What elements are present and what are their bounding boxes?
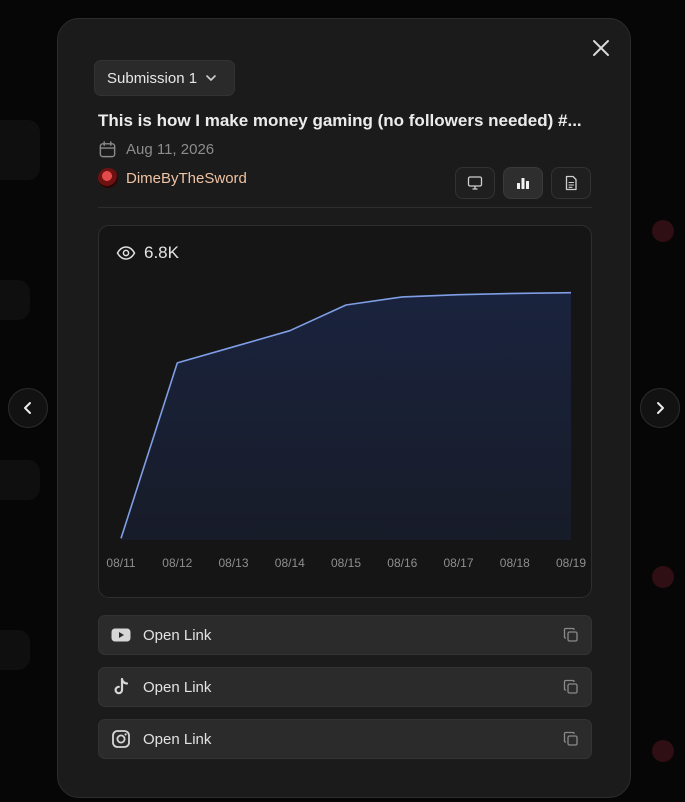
close-button[interactable] xyxy=(588,35,614,61)
instagram-link-row[interactable]: Open Link xyxy=(98,719,592,759)
x-tick-label: 08/14 xyxy=(275,556,305,570)
chevron-left-icon xyxy=(24,402,31,414)
background-card xyxy=(0,630,30,670)
post-date: Aug 11, 2026 xyxy=(98,140,214,159)
eye-icon xyxy=(116,246,136,260)
background-avatar xyxy=(652,220,674,242)
chevron-right-icon xyxy=(657,402,664,414)
video-view-toggle[interactable] xyxy=(455,167,495,199)
instagram-link-label: Open Link xyxy=(143,730,212,748)
youtube-icon xyxy=(111,628,131,642)
close-icon xyxy=(593,40,609,56)
youtube-link-label: Open Link xyxy=(143,626,212,644)
post-title: This is how I make money gaming (no foll… xyxy=(98,111,582,130)
copy-icon[interactable] xyxy=(563,731,579,747)
divider xyxy=(98,207,592,208)
views-summary: 6.8K xyxy=(116,243,179,263)
views-chart: 08/11 08/12 08/13 08/14 08/15 08/16 08/17 08/18… xyxy=(106,291,586,570)
tiktok-icon xyxy=(114,677,129,695)
author-name: DimeByTheSword xyxy=(126,169,247,187)
post-author[interactable]: DimeByTheSword xyxy=(98,168,247,188)
avatar xyxy=(98,168,118,188)
submission-dropdown[interactable]: Submission 1 xyxy=(94,60,235,96)
background-avatar xyxy=(652,566,674,588)
copy-icon[interactable] xyxy=(563,679,579,695)
file-text-icon xyxy=(565,175,577,191)
background-card xyxy=(0,280,30,320)
x-tick-label: 08/13 xyxy=(218,556,248,570)
submission-dropdown-label: Submission 1 xyxy=(107,69,198,87)
x-tick-label: 08/15 xyxy=(331,556,361,570)
x-tick-label: 08/17 xyxy=(443,556,473,570)
bar-chart-icon xyxy=(517,178,529,189)
copy-icon[interactable] xyxy=(563,627,579,643)
tiktok-link-label: Open Link xyxy=(143,678,212,696)
tiktok-link-row[interactable]: Open Link xyxy=(98,667,592,707)
details-view-toggle[interactable] xyxy=(551,167,591,199)
background-card xyxy=(0,120,40,180)
calendar-icon xyxy=(99,141,116,158)
views-chart-card: 08/11 08/12 08/13 08/14 08/15 08/16 08/17 08/18… xyxy=(98,225,592,598)
post-date-text: Aug 11, 2026 xyxy=(126,141,215,158)
views-area xyxy=(121,292,571,540)
x-tick-label: 08/18 xyxy=(500,556,530,570)
stats-view-toggle[interactable] xyxy=(503,167,543,199)
x-tick-label: 08/12 xyxy=(162,556,192,570)
views-count: 6.8K xyxy=(144,243,179,262)
x-tick-label: 08/16 xyxy=(387,556,417,570)
background-card xyxy=(0,460,40,500)
monitor-icon xyxy=(467,176,483,190)
youtube-link-row[interactable]: Open Link xyxy=(98,615,592,655)
previous-button[interactable] xyxy=(8,388,48,428)
x-tick-label: 08/19 xyxy=(556,556,586,570)
x-tick-label: 08/11 xyxy=(106,556,135,570)
submission-modal: Submission 1 This is how I make money ga… xyxy=(57,18,631,798)
background-avatar xyxy=(652,740,674,762)
chevron-down-icon xyxy=(206,75,216,81)
instagram-icon xyxy=(112,730,130,748)
next-button[interactable] xyxy=(640,388,680,428)
